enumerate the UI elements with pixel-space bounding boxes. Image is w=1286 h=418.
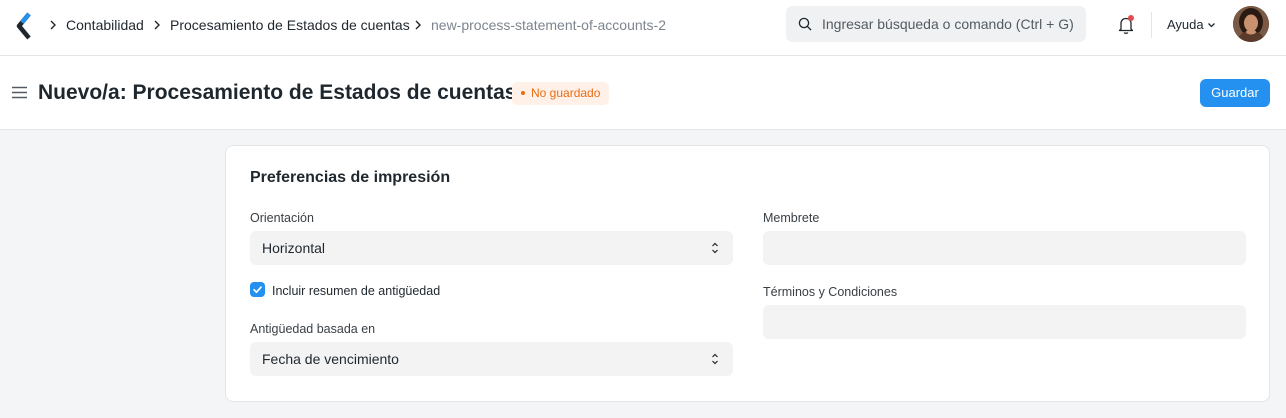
letterhead-label: Membrete bbox=[763, 211, 820, 225]
status-dot bbox=[521, 90, 525, 95]
letterhead-field[interactable] bbox=[763, 231, 1246, 265]
user-avatar-icon bbox=[1233, 6, 1269, 42]
search-input[interactable]: Ingresar búsqueda o comando (Ctrl + G) bbox=[822, 15, 1074, 33]
section-title: Preferencias de impresión bbox=[250, 169, 451, 186]
avatar[interactable] bbox=[1233, 6, 1269, 42]
chevron-down-icon[interactable] bbox=[1207, 21, 1216, 29]
chevron-right-icon bbox=[154, 20, 160, 30]
status-badge-label: No guardado bbox=[531, 86, 601, 100]
hamburger-menu-icon[interactable] bbox=[12, 86, 27, 99]
chevron-right-icon bbox=[415, 20, 421, 30]
notification-dot bbox=[1128, 15, 1134, 21]
search-bar[interactable]: Ingresar búsqueda o comando (Ctrl + G) bbox=[786, 6, 1086, 42]
save-button[interactable]: Guardar bbox=[1200, 79, 1270, 107]
navbar-divider bbox=[1151, 12, 1152, 38]
status-badge: No guardado bbox=[512, 82, 610, 105]
select-arrows-icon bbox=[712, 353, 718, 365]
select-arrows-icon bbox=[712, 242, 718, 254]
check-icon bbox=[253, 286, 262, 294]
orientation-select[interactable]: Horizontal bbox=[250, 231, 733, 265]
terms-field[interactable] bbox=[763, 305, 1246, 339]
orientation-label: Orientación bbox=[250, 211, 314, 225]
navbar: Contabilidad Procesamiento de Estados de… bbox=[0, 0, 1286, 56]
chevron-right-icon bbox=[50, 20, 56, 30]
include-ageing-label[interactable]: Incluir resumen de antigüedad bbox=[272, 283, 440, 299]
help-dropdown[interactable]: Ayuda bbox=[1167, 17, 1204, 33]
terms-label: Términos y Condiciones bbox=[763, 285, 898, 299]
app-logo-icon[interactable] bbox=[14, 11, 34, 41]
page-header: Nuevo/a: Procesamiento de Estados de cue… bbox=[0, 56, 1286, 130]
breadcrumb-contabilidad[interactable]: Contabilidad bbox=[66, 16, 144, 34]
ageing-based-on-value: Fecha de vencimiento bbox=[262, 351, 399, 367]
page-title: Nuevo/a: Procesamiento de Estados de cue… bbox=[38, 81, 517, 104]
form-card: Preferencias de impresión Orientación Ho… bbox=[225, 145, 1270, 402]
breadcrumb-current-doc[interactable]: new-process-statement-of-accounts-2 bbox=[431, 16, 666, 34]
search-icon bbox=[798, 17, 812, 31]
orientation-value: Horizontal bbox=[262, 240, 326, 256]
ageing-based-on-select[interactable]: Fecha de vencimiento bbox=[250, 342, 733, 376]
breadcrumb-procesamiento[interactable]: Procesamiento de Estados de cuentas bbox=[170, 16, 410, 34]
include-ageing-checkbox[interactable] bbox=[250, 282, 265, 297]
ageing-based-on-label: Antigüedad basada en bbox=[250, 322, 376, 336]
